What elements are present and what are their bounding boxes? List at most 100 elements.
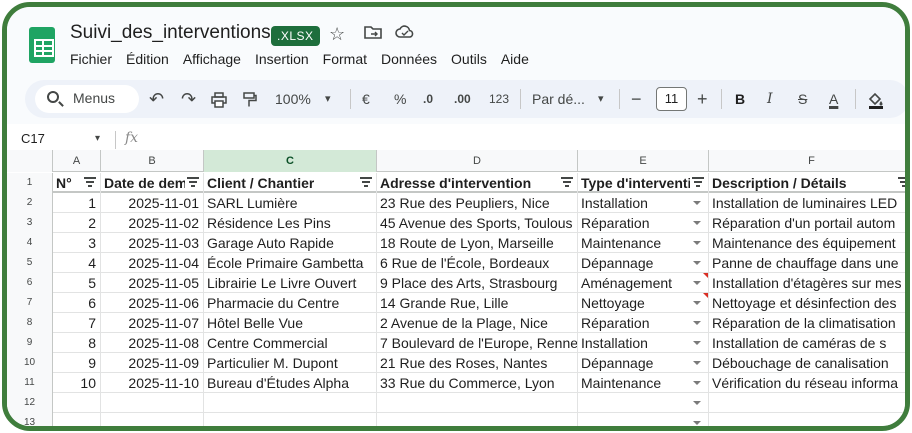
bold-button[interactable]: B <box>735 80 745 118</box>
undo-icon[interactable]: ↶ <box>149 80 164 118</box>
dropdown-chevron-icon[interactable] <box>693 381 701 385</box>
header-cell[interactable]: Type d'interventio <box>578 173 709 193</box>
menu-tools[interactable]: Outils <box>451 51 487 67</box>
dropdown-chevron-icon[interactable] <box>693 221 701 225</box>
table-cell[interactable]: Garage Auto Rapide <box>204 233 377 253</box>
table-cell[interactable]: 1 <box>53 193 101 213</box>
document-title[interactable]: Suivi_des_interventions <box>70 22 271 44</box>
column-header-a[interactable]: A <box>53 150 101 172</box>
table-cell[interactable]: 2025-11-09 <box>101 353 204 373</box>
table-cell[interactable]: 9 <box>53 353 101 373</box>
currency-format-button[interactable]: € <box>362 80 370 118</box>
row-number[interactable]: 4 <box>7 233 53 253</box>
filter-icon[interactable] <box>187 177 199 187</box>
increase-font-size-button[interactable]: + <box>697 80 708 118</box>
decrease-font-size-button[interactable]: − <box>631 80 642 118</box>
table-cell[interactable]: 10 <box>53 373 101 393</box>
table-cell[interactable]: Vérification du réseau informa <box>709 373 905 393</box>
dropdown-chevron-icon[interactable] <box>693 341 701 345</box>
header-cell[interactable]: Client / Chantier <box>204 173 377 193</box>
table-cell[interactable]: 2025-11-03 <box>101 233 204 253</box>
table-cell[interactable]: Débouchage de canalisation <box>709 353 905 373</box>
table-cell[interactable]: Panne de chauffage dans une <box>709 253 905 273</box>
table-cell[interactable] <box>101 413 204 426</box>
header-cell[interactable]: N° <box>53 173 101 193</box>
row-number[interactable]: 6 <box>7 273 53 293</box>
table-cell[interactable]: Nettoyage et désinfection des <box>709 293 905 313</box>
table-cell[interactable]: Dépannage <box>578 353 709 373</box>
table-cell[interactable]: École Primaire Gambetta <box>204 253 377 273</box>
table-cell[interactable]: 2025-11-01 <box>101 193 204 213</box>
name-box[interactable]: C17 <box>21 131 45 146</box>
row-number[interactable]: 10 <box>7 353 53 373</box>
menu-format[interactable]: Format <box>323 51 367 67</box>
table-cell[interactable]: 3 <box>53 233 101 253</box>
table-cell[interactable]: 33 Rue du Commerce, Lyon <box>377 373 578 393</box>
font-family-dropdown-icon[interactable]: ▾ <box>598 80 604 118</box>
table-cell[interactable]: 5 <box>53 273 101 293</box>
print-icon[interactable] <box>211 80 227 118</box>
table-cell[interactable]: Librairie Le Livre Ouvert <box>204 273 377 293</box>
table-cell[interactable]: Réparation de la climatisation <box>709 313 905 333</box>
table-cell[interactable]: Centre Commercial <box>204 333 377 353</box>
table-cell[interactable]: Pharmacie du Centre <box>204 293 377 313</box>
table-cell[interactable]: 7 Boulevard de l'Europe, Renne <box>377 333 578 353</box>
dropdown-chevron-icon[interactable] <box>693 201 701 205</box>
cloud-status-icon[interactable] <box>395 24 415 45</box>
table-cell[interactable]: 18 Route de Lyon, Marseille <box>377 233 578 253</box>
dropdown-chevron-icon[interactable] <box>693 301 701 305</box>
table-cell[interactable]: Particulier M. Dupont <box>204 353 377 373</box>
table-cell[interactable]: 23 Rue des Peupliers, Nice <box>377 193 578 213</box>
strikethrough-button[interactable]: S <box>798 80 807 118</box>
table-cell[interactable]: Installation <box>578 333 709 353</box>
filter-icon[interactable] <box>360 177 372 187</box>
column-header-d[interactable]: D <box>377 150 578 172</box>
table-cell[interactable]: 2025-11-05 <box>101 273 204 293</box>
table-cell[interactable] <box>53 413 101 426</box>
filter-icon[interactable] <box>898 177 905 187</box>
table-cell[interactable] <box>101 393 204 413</box>
table-cell[interactable]: 45 Avenue des Sports, Toulous <box>377 213 578 233</box>
dropdown-chevron-icon[interactable] <box>693 281 701 285</box>
menu-file[interactable]: Fichier <box>70 51 112 67</box>
menu-edit[interactable]: Édition <box>126 51 169 67</box>
header-cell[interactable]: Date de dema <box>101 173 204 193</box>
header-cell[interactable]: Adresse d'intervention <box>377 173 578 193</box>
table-cell[interactable]: Hôtel Belle Vue <box>204 313 377 333</box>
filter-icon[interactable] <box>692 177 704 187</box>
star-icon[interactable]: ☆ <box>329 24 345 45</box>
table-cell[interactable] <box>709 393 905 413</box>
paint-format-icon[interactable] <box>243 80 257 118</box>
column-header-f[interactable]: F <box>709 150 905 172</box>
dropdown-chevron-icon[interactable] <box>693 401 701 405</box>
dropdown-chevron-icon[interactable] <box>693 421 701 425</box>
table-cell[interactable]: Bureau d'Études Alpha <box>204 373 377 393</box>
table-cell[interactable]: Résidence Les Pins <box>204 213 377 233</box>
decrease-decimals-button[interactable]: .0 <box>423 80 433 118</box>
row-number[interactable]: 2 <box>7 193 53 213</box>
table-cell[interactable]: 6 Rue de l'École, Bordeaux <box>377 253 578 273</box>
increase-decimals-button[interactable]: .00 <box>454 80 471 118</box>
italic-button[interactable]: I <box>767 80 773 118</box>
zoom-dropdown-icon[interactable]: ▾ <box>325 80 331 118</box>
table-cell[interactable]: Maintenance <box>578 373 709 393</box>
sheets-logo-icon[interactable] <box>29 27 55 63</box>
table-cell[interactable]: 21 Rue des Roses, Nantes <box>377 353 578 373</box>
table-cell[interactable]: Installation de luminaires LED <box>709 193 905 213</box>
name-box-dropdown-icon[interactable]: ▾ <box>95 133 100 144</box>
row-number[interactable]: 3 <box>7 213 53 233</box>
text-color-button[interactable]: A <box>829 80 838 118</box>
font-family-select[interactable]: Par dé... <box>532 80 585 118</box>
table-cell[interactable]: Réparation <box>578 313 709 333</box>
table-cell[interactable] <box>578 413 709 426</box>
zoom-select[interactable]: 100% <box>275 80 311 118</box>
row-number[interactable]: 8 <box>7 313 53 333</box>
percent-format-button[interactable]: % <box>394 80 406 118</box>
table-cell[interactable]: 2025-11-02 <box>101 213 204 233</box>
table-cell[interactable]: 14 Grande Rue, Lille <box>377 293 578 313</box>
table-cell[interactable]: Réparation <box>578 213 709 233</box>
column-header-b[interactable]: B <box>101 150 204 172</box>
cell-note-marker[interactable] <box>703 293 708 298</box>
table-cell[interactable]: 2025-11-06 <box>101 293 204 313</box>
menu-insert[interactable]: Insertion <box>255 51 309 67</box>
